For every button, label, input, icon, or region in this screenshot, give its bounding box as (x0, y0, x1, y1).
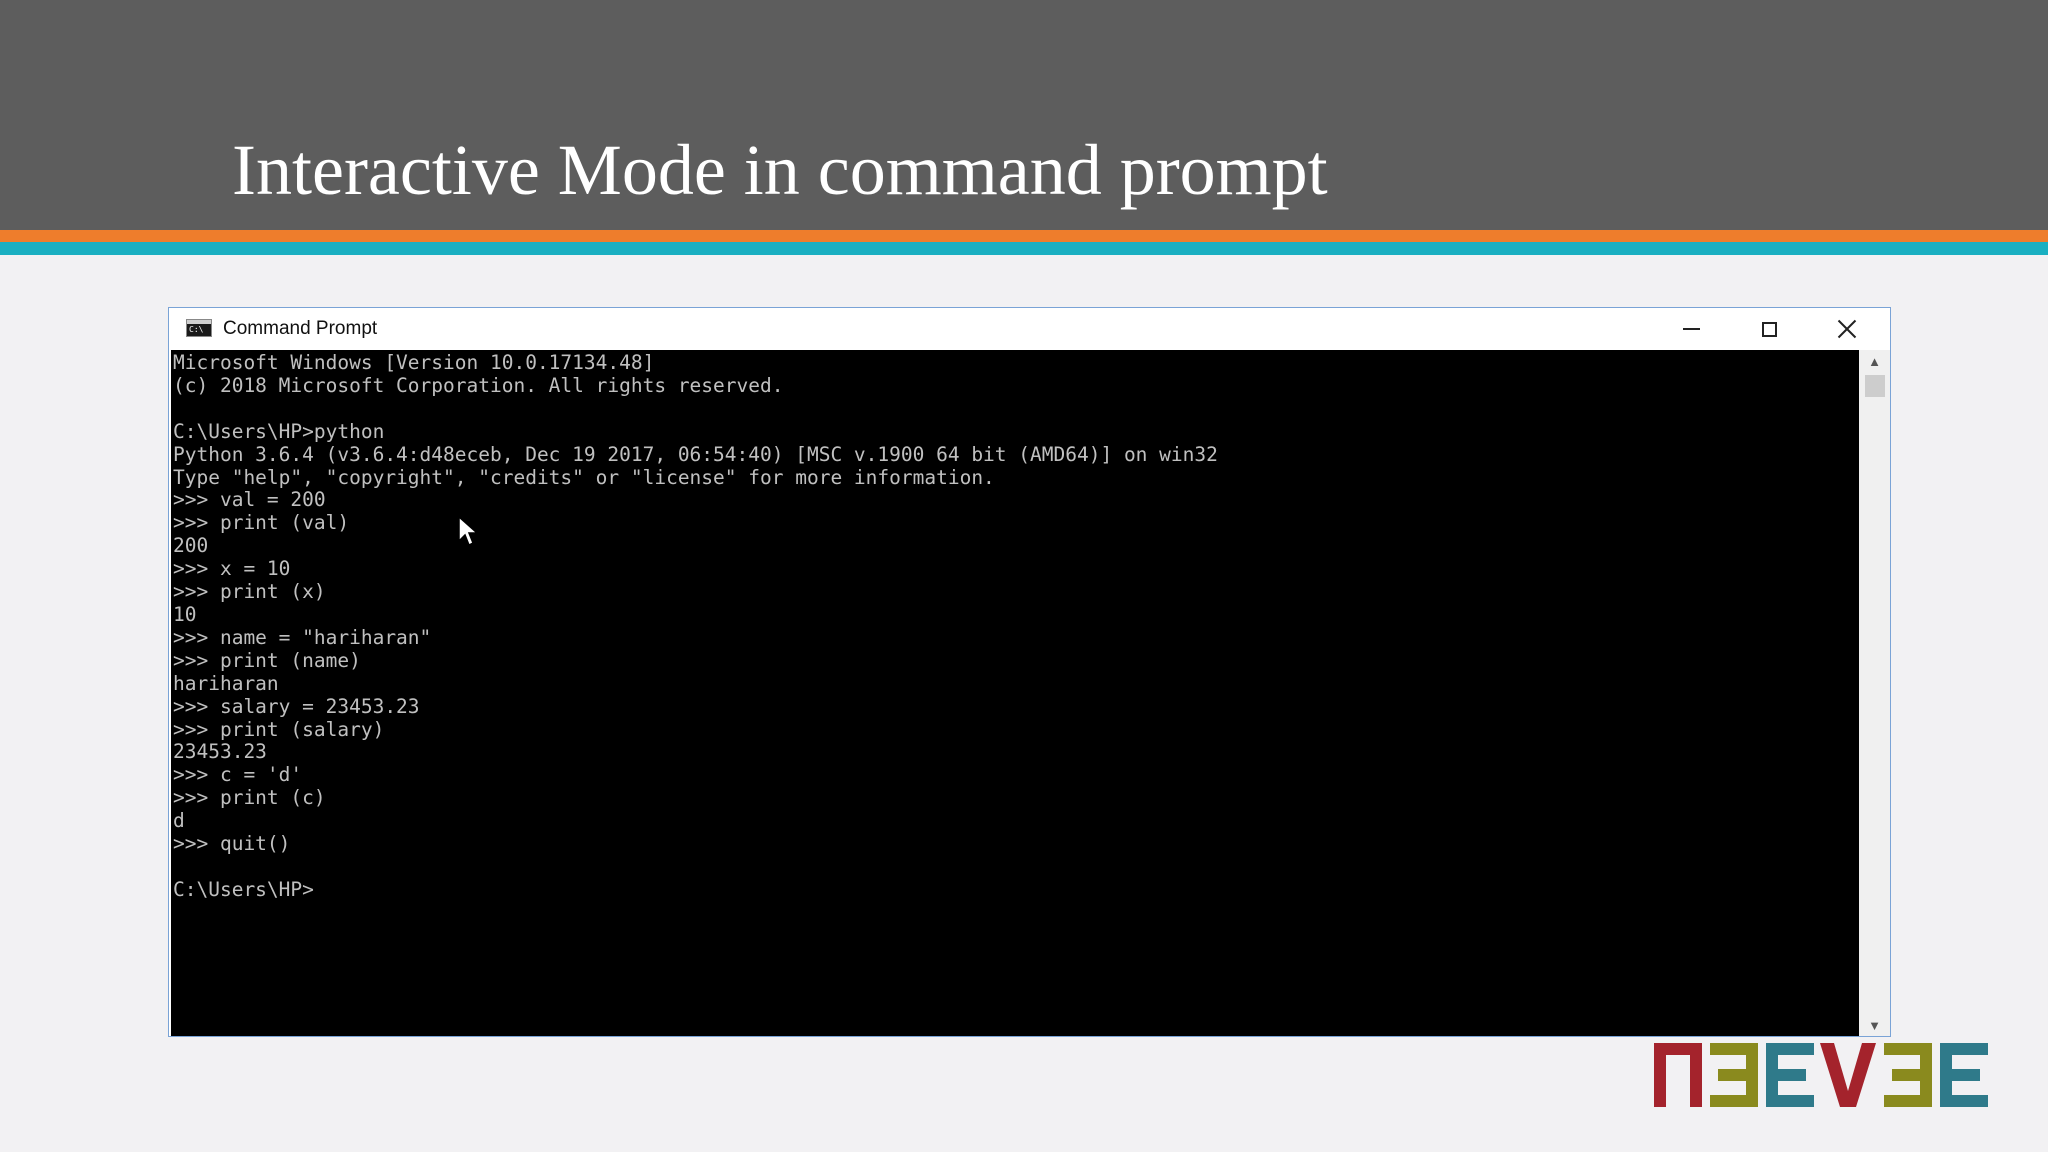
mouse-cursor-icon (458, 516, 479, 547)
chevron-down-icon: ▼ (1868, 1017, 1881, 1033)
header-stripe-teal (0, 242, 2048, 255)
command-prompt-window[interactable]: Command Prompt Microsoft Windows [Versio… (168, 307, 1891, 1037)
neeve-logo (1654, 1043, 1988, 1107)
chevron-up-icon: ▲ (1868, 353, 1881, 369)
maximize-button[interactable] (1730, 308, 1808, 350)
minimize-button[interactable] (1652, 308, 1730, 350)
logo-letter-e-2 (1940, 1043, 1988, 1107)
vertical-scrollbar[interactable]: ▲ ▼ (1859, 350, 1890, 1036)
scroll-up-button[interactable]: ▲ (1859, 350, 1890, 372)
maximize-icon (1761, 321, 1777, 337)
cmd-icon[interactable] (186, 319, 212, 337)
scroll-down-button[interactable]: ▼ (1859, 1014, 1890, 1036)
logo-letter-n (1654, 1043, 1702, 1107)
close-icon (1837, 319, 1857, 339)
logo-letter-e-reversed (1710, 1043, 1758, 1107)
console-output[interactable]: Microsoft Windows [Version 10.0.17134.48… (171, 350, 1859, 902)
window-titlebar[interactable]: Command Prompt (169, 308, 1890, 350)
console-area[interactable]: Microsoft Windows [Version 10.0.17134.48… (171, 350, 1859, 1036)
slide-header: Interactive Mode in command prompt (0, 0, 2048, 230)
logo-letter-v (1820, 1043, 1876, 1107)
minimize-icon (1682, 328, 1700, 330)
window-title: Command Prompt (223, 318, 378, 339)
slide-title: Interactive Mode in command prompt (232, 130, 1328, 210)
logo-letter-e-reversed-2 (1884, 1043, 1932, 1107)
close-button[interactable] (1808, 308, 1886, 350)
logo-letter-e (1766, 1043, 1814, 1107)
scroll-thumb[interactable] (1865, 375, 1885, 397)
header-stripe-orange (0, 230, 2048, 242)
